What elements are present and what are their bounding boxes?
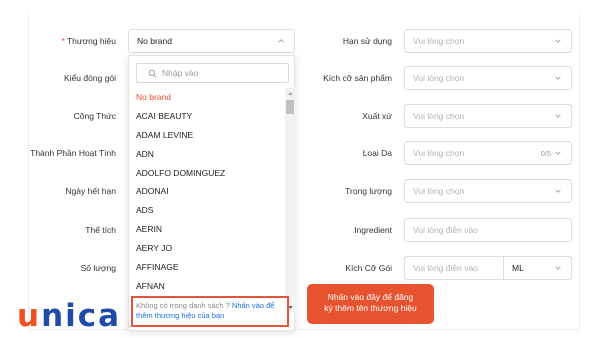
scroll-thumb[interactable] [286,100,294,114]
brand-option[interactable]: No brand [129,88,285,107]
brand-select[interactable]: No brand [128,29,295,53]
label-kich-co-goi: Kích Cỡ Gói [345,263,392,273]
chevron-down-icon [553,73,563,83]
brand-option[interactable]: ADOLFO DOMINGUEZ [129,164,285,183]
han-su-dung-select[interactable]: Vui lòng chọn [404,29,572,53]
brand-option[interactable]: ADAM LEVINE [129,126,285,145]
label-thanh-phan-hoat-tinh: Thành Phần Hoạt Tính [30,148,116,158]
chevron-down-icon [553,36,563,46]
brand-dropdown: Nhập vào No brand ACAI BEAUTY ADAM LEVIN… [128,55,295,331]
scroll-up-arrow-icon[interactable] [285,88,295,98]
brand-search-input[interactable]: Nhập vào [136,63,289,83]
label-trong-luong: Trọng lượng [345,186,392,196]
unit-select[interactable]: ML [503,256,572,280]
brand-option[interactable]: ADS [129,201,285,220]
label-kich-co-san-pham: Kích cỡ sản phẩm [323,73,392,83]
chevron-down-icon [553,263,563,273]
brand-option[interactable]: AERY JO [129,239,285,258]
chevron-up-icon [276,36,286,46]
label-so-luong: Số lượng [80,263,116,273]
ingredient-input[interactable]: Vui lòng điền vào [404,218,572,242]
brand-option[interactable]: AFFINAGE [129,258,285,277]
unica-logo: u nica [17,298,121,334]
brand-option[interactable]: ADONAI [129,182,285,201]
brand-option[interactable]: AFNAN [129,277,285,296]
brand-list: No brand ACAI BEAUTY ADAM LEVINE ADN ADO… [129,88,285,296]
brand-option[interactable]: ADN [129,145,285,164]
search-icon [148,69,157,78]
required-mark: * [61,36,65,46]
dropdown-scrollbar[interactable] [285,88,295,312]
label-cong-thuc: Công Thức [73,111,116,121]
brand-option[interactable]: AERIN [129,220,285,239]
brand-option[interactable]: ACAI BEAUTY [129,107,285,126]
trong-luong-select[interactable]: Vui lòng chọn [404,179,572,203]
label-loai-da: Loại Da [362,148,392,158]
footer-text: Không có trong danh sách ? [136,301,232,310]
label-brand: * Thương hiệu [61,36,116,46]
xuat-xu-select[interactable]: Vui lòng chọn [404,104,572,128]
label-kieu-dong-goi: Kiểu đóng gói [64,73,116,83]
label-the-tich: Thể tích [85,225,116,235]
chevron-down-icon [553,148,563,158]
kich-co-goi-input[interactable]: Vui lòng điền vào [404,256,504,280]
unit-value: ML [512,263,524,273]
logo-letter-u: u [17,298,42,334]
callout-line-2: ký thêm tên thương hiệu [324,303,417,313]
label-xuat-xu: Xuất xứ [362,111,392,121]
label-han-su-dung: Hạn sử dụng [342,36,392,46]
chevron-down-icon [553,111,563,121]
selection-count: 0/5 [540,148,551,158]
label-ingredient: Ingredient [354,225,392,235]
kich-co-san-pham-select[interactable]: Vui lòng chọn [404,66,572,90]
product-attributes-card [28,14,580,330]
brand-select-value: No brand [137,36,172,46]
chevron-down-icon [553,186,563,196]
callout-line-1: Nhấn vào đây để đăng [327,292,414,302]
add-brand-footer: Không có trong danh sách ? Nhấn vào để t… [131,296,289,327]
brand-search-placeholder: Nhập vào [162,68,199,78]
label-ngay-het-han: Ngày hết hạn [65,186,116,196]
loai-da-select[interactable]: Vui lòng chọn 0/5 [404,141,572,165]
annotation-callout: Nhấn vào đây để đăng ký thêm tên thương … [307,284,434,324]
logo-text: nica [41,298,122,334]
